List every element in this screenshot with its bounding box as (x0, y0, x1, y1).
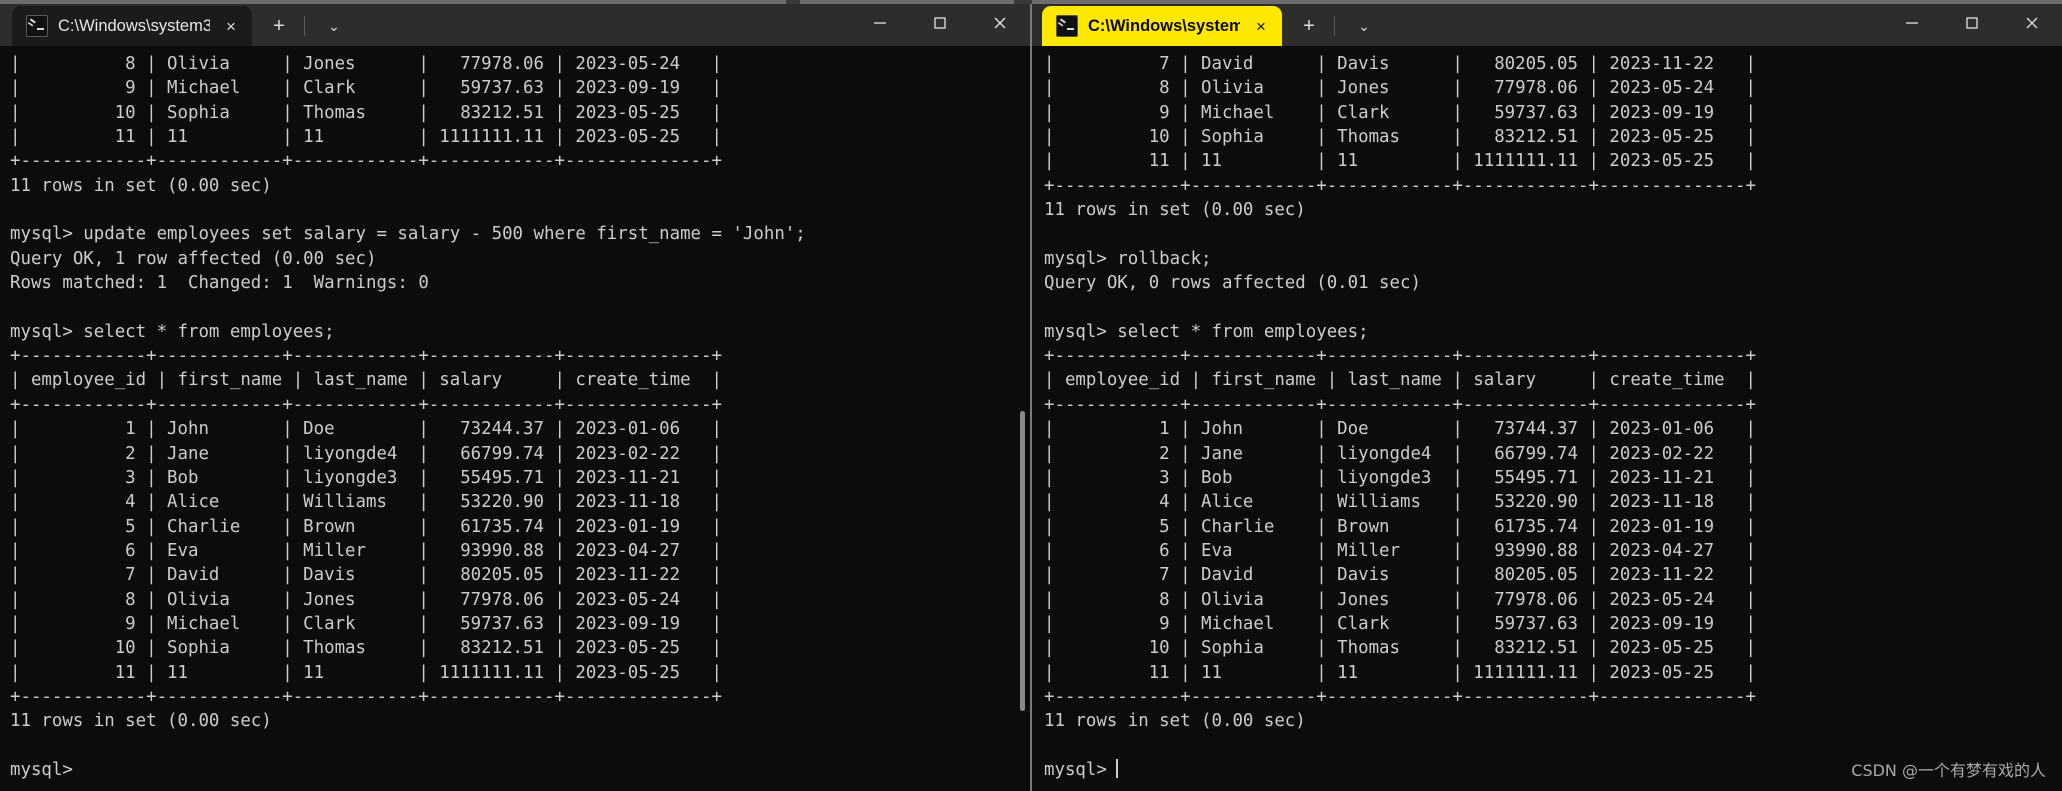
scrollbar-thumb[interactable] (1020, 411, 1025, 711)
terminal-window-left: C:\Windows\system32\cmd.e: × + ⌄ | 8 (0, 0, 1030, 791)
close-window-button[interactable] (970, 0, 1030, 46)
terminal-window-right: C:\Windows\system32\cmd.e: × + ⌄ | 7 (1030, 0, 2062, 791)
new-tab-button[interactable]: + (1292, 9, 1326, 43)
title-bar-left[interactable]: C:\Windows\system32\cmd.e: × + ⌄ (0, 0, 1030, 46)
toolbar-divider (304, 16, 305, 36)
minimize-button[interactable] (850, 0, 910, 46)
maximize-button[interactable] (1942, 0, 2002, 46)
tab-cmd-right[interactable]: C:\Windows\system32\cmd.e: × (1042, 6, 1282, 46)
desktop: C:\Windows\system32\cmd.e: × + ⌄ | 8 (0, 0, 2062, 791)
cmd-icon (1056, 15, 1078, 37)
close-window-button[interactable] (2002, 0, 2062, 46)
new-tab-button[interactable]: + (262, 9, 296, 43)
terminal-output-right-text: | 7 | David | Davis | 80205.05 | 2023-11… (1044, 54, 1756, 780)
chevron-down-icon[interactable]: ⌄ (1347, 9, 1381, 43)
screen-top-strip (0, 0, 2062, 4)
window-divider (1030, 0, 1032, 791)
scrollbar-right[interactable] (2048, 46, 2060, 791)
terminal-body-right[interactable]: | 7 | David | Davis | 80205.05 | 2023-11… (1030, 46, 2062, 791)
title-bar-right[interactable]: C:\Windows\system32\cmd.e: × + ⌄ (1030, 0, 2062, 46)
tab-cmd-left[interactable]: C:\Windows\system32\cmd.e: × (12, 6, 252, 46)
terminal-output-left: | 8 | Olivia | Jones | 77978.06 | 2023-0… (10, 54, 806, 780)
close-icon[interactable]: × (1250, 18, 1272, 35)
cmd-icon (26, 15, 48, 37)
minimize-button[interactable] (1882, 0, 1942, 46)
terminal-body-left[interactable]: | 8 | Olivia | Jones | 77978.06 | 2023-0… (0, 46, 1030, 791)
chevron-down-icon[interactable]: ⌄ (317, 9, 351, 43)
scrollbar-left[interactable] (1016, 46, 1028, 791)
tab-title-right: C:\Windows\system32\cmd.e: (1088, 16, 1240, 35)
text-cursor (1115, 758, 1118, 778)
window-controls-right (1882, 0, 2062, 46)
terminal-output-right: | 7 | David | Davis | 80205.05 | 2023-11… (1044, 52, 2062, 782)
close-icon[interactable]: × (220, 18, 242, 35)
tab-title-left: C:\Windows\system32\cmd.e: (58, 16, 210, 35)
window-controls-left (850, 0, 1030, 46)
watermark: CSDN @一个有梦有戏的人 (1851, 761, 2046, 780)
toolbar-divider (1334, 16, 1335, 36)
maximize-button[interactable] (910, 0, 970, 46)
